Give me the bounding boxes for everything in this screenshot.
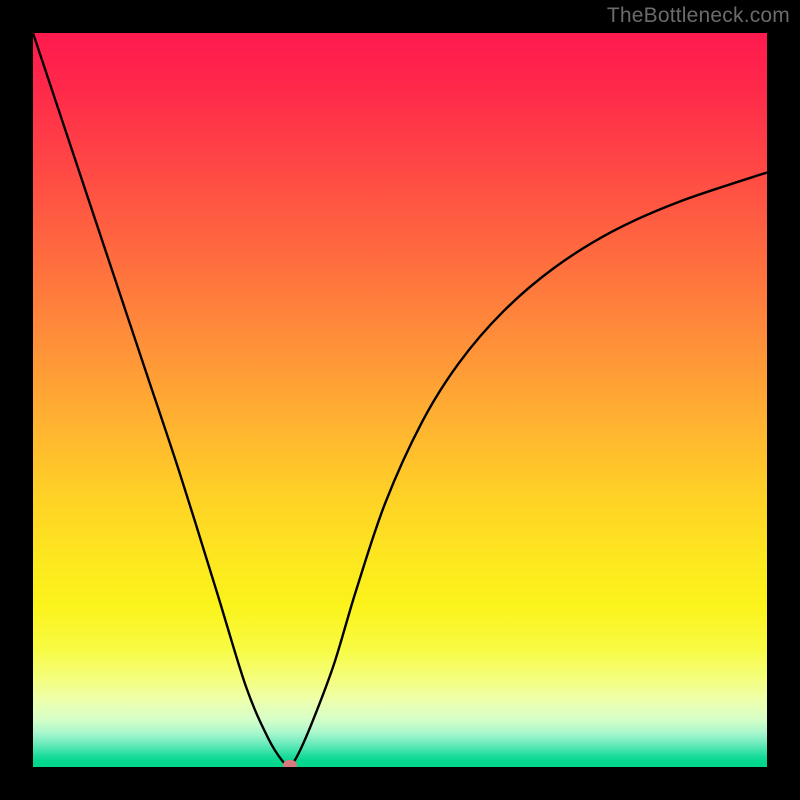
chart-curve-svg	[33, 33, 767, 767]
chart-curve-path	[33, 33, 767, 765]
watermark-text: TheBottleneck.com	[607, 4, 790, 28]
chart-area	[33, 33, 767, 767]
chart-minimum-marker	[283, 760, 297, 767]
